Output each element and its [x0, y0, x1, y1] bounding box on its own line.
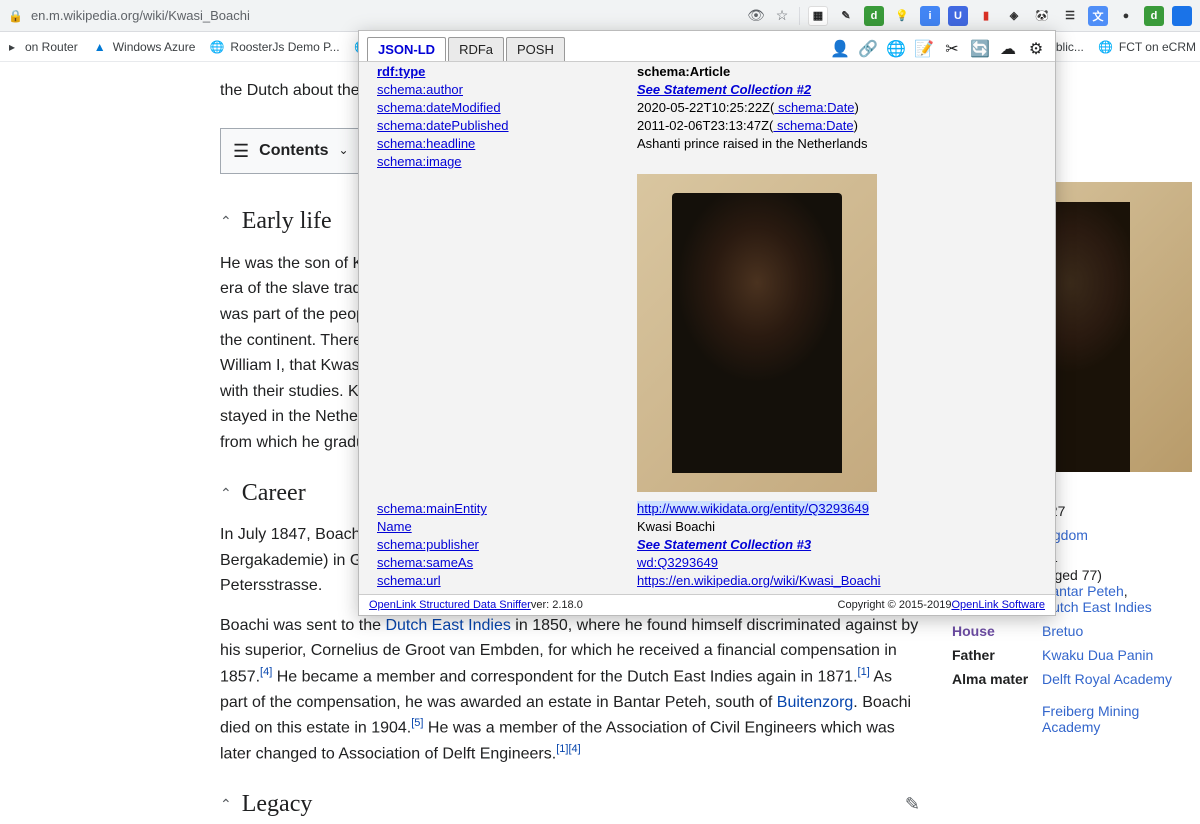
hamburger-icon: ☰ — [233, 137, 249, 166]
extension-cube-icon[interactable]: ▦ — [808, 6, 828, 26]
browser-url-bar: 🔒 en.m.wikipedia.org/wiki/Kwasi_Boachi 👁… — [0, 0, 1200, 32]
osds-key: schema:sameAs — [377, 555, 607, 570]
extension-translate-icon[interactable]: 文 — [1088, 6, 1108, 26]
extension-d2-icon[interactable]: d — [1144, 6, 1164, 26]
extension-u-icon[interactable]: U — [948, 6, 968, 26]
osds-key: schema:datePublished — [377, 118, 607, 133]
cut-icon[interactable]: ✂ — [941, 38, 963, 60]
chevron-up-icon: ⌃ — [220, 793, 232, 815]
pencil-icon[interactable]: ✎ — [905, 790, 920, 819]
extension-d-green-icon[interactable]: d — [864, 6, 884, 26]
osds-value: See Statement Collection #3 — [637, 537, 1037, 552]
gear-icon[interactable]: ⚙ — [1025, 38, 1047, 60]
ref-4[interactable]: [4] — [260, 666, 272, 678]
ref-1[interactable]: [1] — [858, 666, 870, 678]
osds-key: schema:dateModified — [377, 100, 607, 115]
extension-panda-icon[interactable]: 🐼 — [1032, 6, 1052, 26]
ref-5[interactable]: [5] — [411, 717, 423, 729]
user-icon[interactable]: 👤 — [829, 38, 851, 60]
osds-image — [637, 174, 877, 492]
link-icon[interactable]: 🔗 — [857, 38, 879, 60]
page-url: en.m.wikipedia.org/wiki/Kwasi_Boachi — [31, 8, 250, 23]
bookmark-azure[interactable]: ▲Windows Azure — [92, 39, 196, 55]
ref-1b[interactable]: [1] — [556, 743, 568, 755]
link-buitenzorg[interactable]: Buitenzorg — [777, 694, 854, 711]
osds-value: schema:Article — [637, 64, 1037, 79]
osds-key: Name — [377, 519, 607, 534]
tab-jsonld[interactable]: JSON-LD — [367, 37, 446, 61]
osds-value: See Statement Collection #2 — [637, 82, 1037, 97]
osds-product-link[interactable]: OpenLink Structured Data Sniffer — [369, 599, 531, 611]
globe-icon[interactable]: 🌐 — [885, 38, 907, 60]
star-icon[interactable]: ☆ — [773, 7, 791, 25]
extension-flag-icon[interactable]: ▮ — [976, 6, 996, 26]
osds-key: schema:author — [377, 82, 607, 97]
osds-key: schema:publisher — [377, 537, 607, 552]
extension-shield-icon[interactable]: ◈ — [1004, 6, 1024, 26]
extension-edit-icon[interactable]: ✎ — [836, 6, 856, 26]
cloud-icon[interactable]: ☁ — [997, 38, 1019, 60]
osds-value: Ashanti prince raised in the Netherlands — [637, 136, 1037, 151]
osds-key: schema:image — [377, 154, 607, 169]
osds-value: 2011-02-06T23:13:47Z( schema:Date) — [637, 118, 1037, 133]
tab-rdfa[interactable]: RDFa — [448, 37, 504, 61]
bookmark-rooster[interactable]: 🌐RoosterJs Demo P... — [209, 39, 339, 55]
osds-value: wd:Q3293649 — [637, 555, 1037, 570]
career-para-2: Boachi was sent to the Dutch East Indies… — [220, 613, 920, 768]
osds-value: Kwasi Boachi — [637, 519, 1037, 534]
link-dutch-east-indies[interactable]: Dutch East Indies — [385, 617, 510, 634]
extension-stack-icon[interactable]: ☰ — [1060, 6, 1080, 26]
refresh-icon[interactable]: 🔄 — [969, 38, 991, 60]
osds-company-link[interactable]: OpenLink Software — [951, 599, 1045, 611]
ref-4b[interactable]: [4] — [568, 743, 580, 755]
osds-key: schema:headline — [377, 136, 607, 151]
extension-circle-icon[interactable]: ● — [1116, 6, 1136, 26]
osds-body: rdf:type schema:Article schema:author See S… — [359, 61, 1055, 594]
link-father[interactable]: Kwaku Dua Panin — [1042, 647, 1153, 663]
bookmark-fct[interactable]: 🌐FCT on eCRM — [1098, 39, 1196, 55]
section-legacy[interactable]: ⌃ Legacy ✎ — [220, 785, 920, 823]
osds-panel: JSON-LD RDFa POSH 👤 🔗 🌐 📝 ✂ 🔄 ☁ ⚙ rdf:ty… — [358, 30, 1056, 616]
link-bretuo[interactable]: Bretuo — [1042, 623, 1083, 639]
chevron-up-icon: ⌃ — [220, 210, 232, 232]
osds-value: https://en.wikipedia.org/wiki/Kwasi_Boac… — [637, 573, 1037, 588]
osds-footer: OpenLink Structured Data Sniffer ver: 2.… — [359, 594, 1055, 615]
osds-tabs: JSON-LD RDFa POSH — [367, 37, 567, 61]
osds-value: 2020-05-22T10:25:22Z( schema:Date) — [637, 100, 1037, 115]
link-freiberg[interactable]: Freiberg Mining Academy — [1042, 703, 1139, 735]
link-delft[interactable]: Delft Royal Academy — [1042, 671, 1172, 687]
extension-square-icon[interactable] — [1172, 6, 1192, 26]
chevron-up-icon: ⌃ — [220, 482, 232, 504]
osds-key: rdf:type — [377, 64, 607, 79]
contents-toggle[interactable]: ☰ Contents ⌄ — [220, 128, 362, 175]
osds-key: schema:url — [377, 573, 607, 588]
extension-info-icon[interactable]: i — [920, 6, 940, 26]
bookmark-router[interactable]: ▸on Router — [4, 39, 78, 55]
osds-value: http://www.wikidata.org/entity/Q3293649 — [637, 501, 1037, 516]
chevron-down-icon: ⌄ — [338, 141, 348, 160]
link-dei[interactable]: Dutch East Indies — [1042, 599, 1152, 615]
lock-icon: 🔒 — [8, 9, 23, 23]
osds-key: schema:mainEntity — [377, 501, 607, 516]
edit-doc-icon[interactable]: 📝 — [913, 38, 935, 60]
tab-posh[interactable]: POSH — [506, 37, 565, 61]
incognito-icon[interactable]: 👁 — [747, 7, 765, 25]
extension-bulb-icon[interactable]: 💡 — [892, 6, 912, 26]
